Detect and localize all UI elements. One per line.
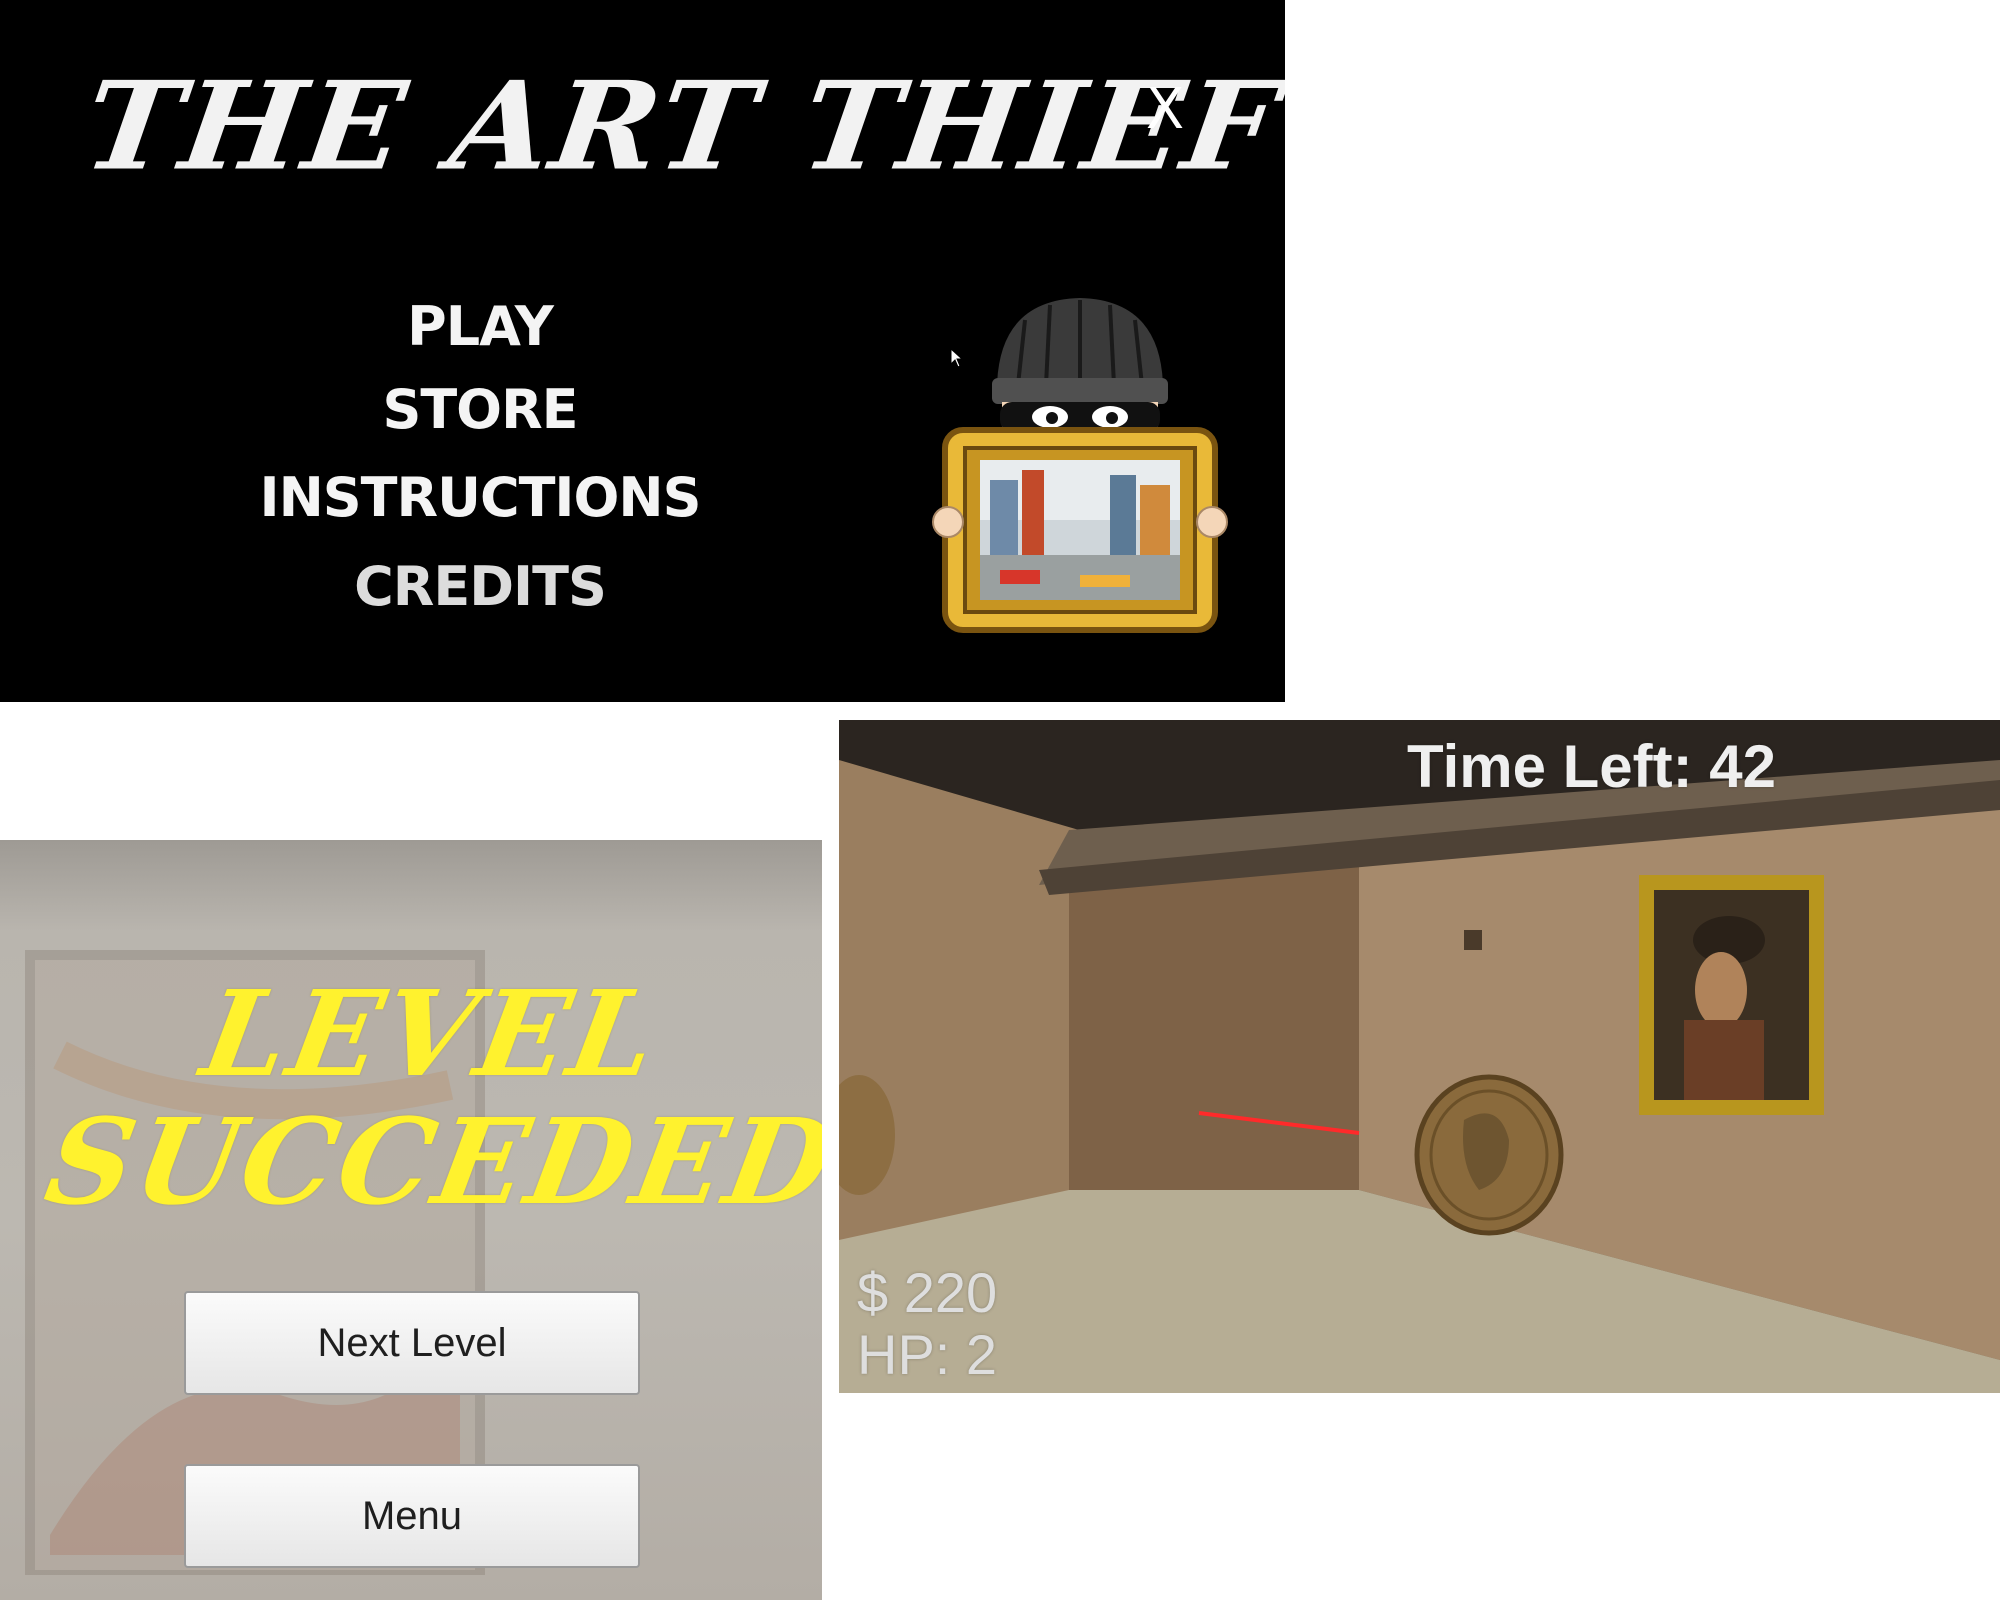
level-title-line2: SUCCEDED [36,1092,822,1231]
game-title: THE ART THIEF [75,55,1285,198]
menu-button[interactable]: Menu [184,1464,640,1568]
menu-store-button[interactable]: STORE [180,378,780,441]
hp-display: HP: 2 [857,1323,998,1386]
next-level-button[interactable]: Next Level [184,1291,640,1395]
museum-scene [839,720,2000,1393]
menu-instructions-button[interactable]: INSTRUCTIONS [180,466,780,529]
level-succeeded-title: LEVEL SUCCEDED [36,964,822,1231]
time-left-display: Time Left: 42 [1407,733,1776,800]
money-display: $ 220 [857,1261,998,1324]
level-succeeded-screen: LEVEL SUCCEDED Next Level Menu [0,840,822,1600]
level-title-line1: LEVEL [192,964,670,1103]
gameplay-screen: Time Left: 42 $ 220 HP: 2 [839,720,2000,1393]
menu-play-button[interactable]: PLAY [180,295,780,358]
menu-credits-button[interactable]: CREDITS [180,555,780,618]
close-button[interactable]: X [1135,70,1195,150]
main-menu-screen: THE ART THIEF X PLAY STORE INSTRUCTIONS … [0,0,1285,702]
thief-mascot-icon [932,298,1228,633]
